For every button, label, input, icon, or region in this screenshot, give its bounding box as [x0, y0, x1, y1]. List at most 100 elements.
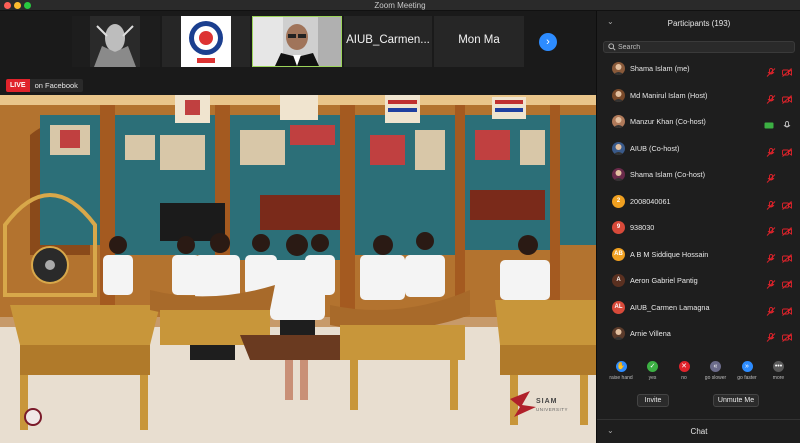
mic-muted-icon[interactable]: [766, 144, 776, 157]
mic-muted-icon[interactable]: [766, 303, 776, 316]
panel-header: ⌄ Participants (193): [597, 11, 800, 37]
participant-name: Shama Islam (me): [630, 64, 690, 73]
participant-name: Manzur Khan (Co-host): [630, 117, 706, 126]
mic-muted-icon[interactable]: [766, 223, 776, 236]
video-off-icon[interactable]: [782, 303, 792, 316]
participant-name: 938030: [630, 223, 655, 232]
mic-muted-icon[interactable]: [766, 197, 776, 210]
avatar: [612, 168, 625, 181]
reaction-more-button[interactable]: ••• more: [762, 361, 796, 381]
participants-panel: ⌄ Participants (193) Shama Islam (me) Md …: [596, 11, 800, 443]
participant-name-label: Mon Ma: [458, 34, 500, 46]
reaction-label: go slower: [704, 375, 727, 381]
video-off-icon[interactable]: [782, 91, 792, 104]
participant-thumbnail[interactable]: Mon Ma: [434, 16, 524, 67]
participant-search[interactable]: [603, 41, 795, 53]
video-off-icon[interactable]: [782, 329, 792, 342]
participants-title: Participants (193): [667, 19, 731, 28]
mic-muted-icon[interactable]: [766, 250, 776, 263]
live-streaming-badge[interactable]: LIVE on Facebook: [6, 79, 83, 92]
video-off-icon[interactable]: [782, 64, 792, 77]
no-icon: ✕: [678, 361, 690, 372]
search-input[interactable]: [618, 43, 788, 52]
unmute-me-button[interactable]: Unmute Me: [713, 394, 759, 407]
mic-icon[interactable]: [782, 117, 792, 128]
participant-video-image: [253, 17, 341, 66]
mic-muted-icon[interactable]: [766, 64, 776, 77]
avatar: [612, 115, 625, 128]
reaction-raise-hand-button[interactable]: ✋ raise hand: [604, 361, 638, 381]
main-video: [0, 95, 596, 443]
reaction-label: yes: [648, 375, 657, 381]
window-title: Zoom Meeting: [374, 1, 426, 10]
video-off-icon[interactable]: [782, 144, 792, 157]
reaction-controls: ✋ raise hand ✓ yes ✕ no « go slower » go faster ••…: [597, 361, 800, 391]
participant-row[interactable]: AB A B M Siddique Hossain: [597, 242, 800, 269]
zoom-window: Zoom Meeting AIUB_Carmen... Mon Ma › LIV…: [0, 0, 800, 443]
participant-row[interactable]: 2 2008040061: [597, 189, 800, 216]
reaction-go-slower-button[interactable]: « go slower: [699, 361, 733, 381]
thumbnail-strip: AIUB_Carmen... Mon Ma ›: [0, 11, 596, 73]
watermark-name: SIAM: [536, 398, 558, 405]
participant-name: Arnie Villena: [630, 329, 671, 338]
participant-video-image: [72, 16, 160, 67]
chat-title: Chat: [690, 427, 708, 436]
live-label: LIVE: [6, 79, 30, 92]
avatar: A: [612, 274, 625, 287]
active-speaker-thumbnail[interactable]: [252, 16, 342, 67]
participant-logo-image: [162, 16, 250, 67]
avatar: [612, 327, 625, 340]
reaction-label: go faster: [737, 375, 757, 381]
participant-thumbnail[interactable]: AIUB_Carmen...: [344, 16, 432, 67]
participant-row[interactable]: Md Manirul Islam (Host): [597, 83, 800, 110]
reaction-label: no: [681, 375, 687, 381]
video-off-icon[interactable]: [782, 223, 792, 236]
search-icon: [608, 43, 616, 51]
invite-button[interactable]: Invite: [637, 394, 669, 407]
mic-muted-icon[interactable]: [766, 170, 776, 183]
next-page-button[interactable]: ›: [539, 33, 557, 51]
reaction-label: more: [772, 375, 785, 381]
go-faster-icon: »: [741, 361, 753, 372]
video-off-icon[interactable]: [782, 276, 792, 289]
participant-row[interactable]: Shama Islam (Co-host): [597, 162, 800, 189]
avatar: 2: [612, 194, 625, 208]
chat-bar[interactable]: ⌄ Chat: [597, 419, 800, 443]
reaction-label: raise hand: [609, 375, 633, 381]
participant-row[interactable]: A Aeron Gabriel Pantig: [597, 268, 800, 295]
avatar: AL: [612, 300, 625, 314]
participant-name: Shama Islam (Co-host): [630, 170, 706, 179]
title-bar: Zoom Meeting: [0, 0, 800, 11]
avatar: [612, 62, 625, 75]
participant-thumbnail[interactable]: [72, 16, 160, 67]
participant-row[interactable]: Shama Islam (me): [597, 56, 800, 83]
mic-muted-icon[interactable]: [766, 91, 776, 104]
participant-name: 2008040061: [630, 196, 671, 206]
avatar: 9: [612, 221, 625, 234]
participant-row[interactable]: Arnie Villena: [597, 321, 800, 348]
participant-row[interactable]: AIUB (Co-host): [597, 136, 800, 163]
avatar: AB: [612, 247, 625, 261]
video-off-icon[interactable]: [782, 250, 792, 263]
video-off-icon[interactable]: [782, 197, 792, 210]
reaction-go-faster-button[interactable]: » go faster: [730, 361, 764, 381]
participant-name-label: AIUB_Carmen...: [346, 34, 430, 46]
participant-name: Md Manirul Islam (Host): [630, 90, 708, 100]
reaction-yes-button[interactable]: ✓ yes: [636, 361, 670, 381]
chevron-right-icon: ›: [546, 36, 550, 48]
mic-muted-icon[interactable]: [766, 329, 776, 342]
participant-name: AIUB_Carmen Lamagna: [630, 302, 710, 312]
reaction-no-button[interactable]: ✕ no: [667, 361, 701, 381]
participant-row[interactable]: AL AIUB_Carmen Lamagna: [597, 295, 800, 322]
participant-row[interactable]: 9 938030: [597, 215, 800, 242]
participant-row[interactable]: Manzur Khan (Co-host): [597, 109, 800, 136]
participant-name: AIUB (Co-host): [630, 143, 680, 153]
shared-video-scene: [0, 95, 596, 443]
mic-muted-icon[interactable]: [766, 276, 776, 289]
avatar: [612, 141, 625, 155]
participant-name: A B M Siddique Hossain: [630, 249, 709, 259]
yes-icon: ✓: [647, 361, 658, 372]
watermark-subtitle: UNIVERSITY: [536, 407, 569, 412]
participant-thumbnail[interactable]: [162, 16, 250, 67]
video-on-icon[interactable]: [764, 117, 774, 129]
